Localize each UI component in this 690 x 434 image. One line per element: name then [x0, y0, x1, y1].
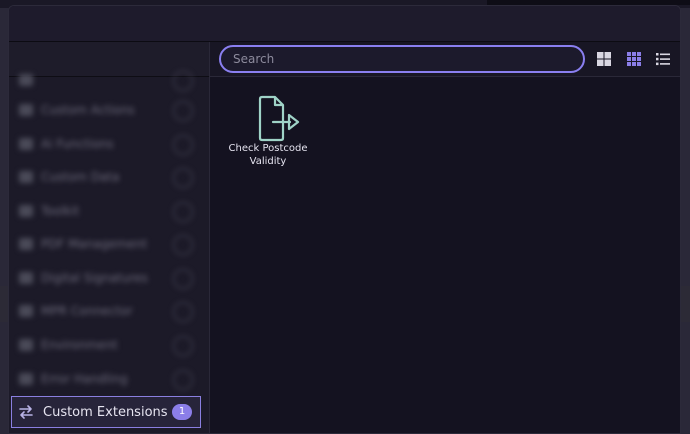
sidebar-item-label: Custom Extensions [43, 404, 168, 420]
sidebar-item-label: Toolkit [41, 204, 80, 218]
sidebar-item[interactable]: Error Handling [9, 362, 209, 396]
sidebar-item[interactable]: Custom Actions [9, 93, 209, 127]
large-grid-view-icon[interactable] [596, 51, 612, 67]
category-icon [19, 238, 33, 250]
sidebar-item-label: Environment [41, 338, 118, 352]
sidebar-item[interactable] [9, 63, 209, 97]
sidebar-item-custom-extensions[interactable]: Custom Extensions 1 [11, 396, 201, 428]
category-icon [19, 74, 33, 86]
search-input[interactable] [219, 45, 585, 73]
extension-tile-label: Check Postcode Validity [228, 143, 308, 167]
sidebar-item[interactable]: Toolkit [9, 194, 209, 228]
category-icon [19, 272, 33, 284]
sidebar-item-label: Digital Signatures [41, 271, 148, 285]
swap-arrows-icon [19, 405, 33, 419]
small-grid-view-icon[interactable] [626, 51, 642, 67]
sidebar-item-label: Ai Functions [41, 137, 114, 151]
category-icon [19, 171, 33, 183]
count-badge [173, 370, 193, 390]
count-badge [173, 168, 193, 188]
count-badge [173, 302, 193, 322]
sidebar-item[interactable]: Custom Data [9, 160, 209, 194]
count-badge [173, 135, 193, 155]
category-icon [19, 373, 33, 385]
category-icon [19, 305, 33, 317]
main-panel: Check Postcode Validity [210, 42, 680, 433]
count-badge [173, 336, 193, 356]
sidebar-item-label: MPR Connector [41, 304, 133, 318]
list-view-icon[interactable] [655, 51, 671, 67]
toolbar [210, 42, 680, 77]
count-badge [173, 269, 193, 289]
category-icon [19, 138, 33, 150]
sidebar: Custom Actions Ai Functions Custom Data … [9, 42, 210, 433]
count-badge [173, 71, 193, 91]
window-titlebar [9, 6, 680, 42]
sidebar-item[interactable]: MPR Connector [9, 294, 209, 328]
sidebar-item[interactable]: Digital Signatures [9, 261, 209, 295]
sidebar-item[interactable]: Environment [9, 328, 209, 362]
category-icon [19, 339, 33, 351]
sidebar-item-label: Error Handling [41, 372, 128, 386]
extensions-window: Custom Actions Ai Functions Custom Data … [8, 5, 681, 434]
count-badge [173, 235, 193, 255]
document-export-icon [258, 95, 300, 142]
category-icon [19, 104, 33, 116]
extension-tile[interactable]: Check Postcode Validity [228, 94, 308, 174]
sidebar-item-label: PDF Management [41, 237, 148, 251]
sidebar-item[interactable]: Ai Functions [9, 127, 209, 161]
sidebar-item[interactable]: PDF Management [9, 227, 209, 261]
category-icon [19, 205, 33, 217]
sidebar-item-label: Custom Data [41, 170, 120, 184]
count-badge [173, 202, 193, 222]
sidebar-item-label: Custom Actions [41, 103, 135, 117]
count-badge [173, 101, 193, 121]
count-badge: 1 [172, 404, 192, 420]
